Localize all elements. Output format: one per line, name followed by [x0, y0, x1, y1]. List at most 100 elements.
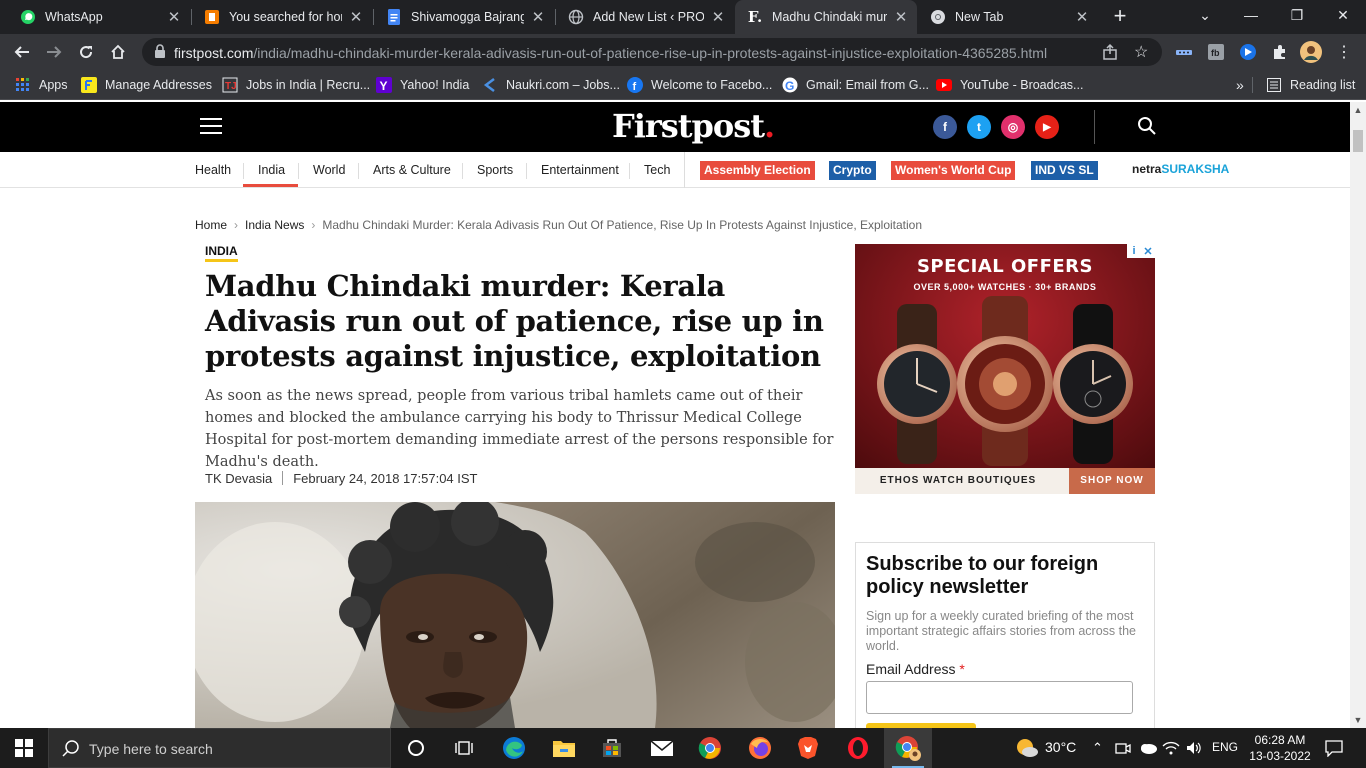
onedrive-cloud-icon[interactable]: [1138, 740, 1158, 761]
scroll-up-icon[interactable]: ▲: [1350, 102, 1366, 118]
page-scrollbar[interactable]: ▲ ▼: [1350, 102, 1366, 728]
firefox-icon[interactable]: [736, 728, 784, 768]
twitter-icon[interactable]: t: [967, 115, 991, 139]
firstpost-logo[interactable]: Firstpost.: [612, 107, 775, 145]
pill-crypto[interactable]: Crypto: [829, 161, 876, 180]
search-icon[interactable]: [1137, 116, 1157, 141]
tab-docs[interactable]: Shivamogga Bajrang D ✕: [374, 0, 554, 34]
close-tab-icon[interactable]: ✕: [166, 8, 182, 26]
task-view-icon[interactable]: [440, 728, 488, 768]
email-field[interactable]: [866, 681, 1133, 714]
pill-womens-world-cup[interactable]: Women's World Cup: [891, 161, 1016, 180]
bookmark-gmail[interactable]: G Gmail: Email from G...: [782, 76, 929, 94]
close-tab-icon[interactable]: ✕: [348, 8, 364, 26]
close-window-button[interactable]: ✕: [1320, 0, 1366, 30]
close-tab-icon[interactable]: ✕: [710, 8, 726, 26]
extension-dots-icon[interactable]: [1173, 41, 1195, 63]
tab-new-tab[interactable]: New Tab ✕: [918, 0, 1098, 34]
instagram-icon[interactable]: ◎: [1001, 115, 1025, 139]
tab-add-new-list[interactable]: Add New List ‹ PROJEC ✕: [556, 0, 734, 34]
reading-list-button[interactable]: Reading list: [1266, 76, 1355, 94]
ad-shop-now-button[interactable]: SHOP NOW: [1069, 475, 1155, 486]
pill-ind-vs-sl[interactable]: IND VS SL: [1031, 161, 1098, 180]
wifi-icon[interactable]: [1162, 740, 1180, 761]
breadcrumb-india-news[interactable]: India News: [245, 218, 304, 232]
watch-advertisement[interactable]: SPECIAL OFFERS OVER 5,000+ WATCHES · 30+…: [855, 244, 1155, 494]
tab-search-chevron-icon[interactable]: ⌄: [1182, 0, 1228, 30]
share-icon[interactable]: [1102, 43, 1120, 66]
nav-entertainment[interactable]: Entertainment: [541, 163, 619, 177]
bookmark-yahoo[interactable]: Y Yahoo! India: [376, 76, 469, 94]
nav-tech[interactable]: Tech: [644, 163, 670, 177]
chrome-profile-icon[interactable]: [884, 728, 932, 768]
language-indicator[interactable]: ENG: [1212, 740, 1238, 754]
file-explorer-icon[interactable]: [540, 728, 588, 768]
back-button[interactable]: [8, 38, 36, 66]
brave-icon[interactable]: [784, 728, 832, 768]
active-nav-indicator: [243, 184, 298, 187]
extensions-puzzle-icon[interactable]: [1269, 41, 1291, 63]
reload-button[interactable]: [72, 38, 100, 66]
youtube-icon[interactable]: ▶: [1035, 115, 1059, 139]
apps-grid-icon: [15, 77, 31, 93]
url-text[interactable]: firstpost.com/india/madhu-chindaki-murde…: [174, 45, 1047, 61]
profile-avatar-icon[interactable]: [1300, 41, 1322, 63]
bookmarks-overflow-button[interactable]: »: [1236, 76, 1244, 94]
volume-icon[interactable]: [1185, 740, 1203, 761]
bookmark-apps[interactable]: Apps: [15, 76, 68, 94]
breadcrumb-home[interactable]: Home: [195, 218, 227, 232]
weather-icon[interactable]: [1015, 737, 1039, 764]
bookmark-jobs-india[interactable]: TJ Jobs in India | Recru...: [222, 76, 370, 94]
bookmark-facebook[interactable]: f Welcome to Facebo...: [627, 76, 772, 94]
tab-whatsapp[interactable]: WhatsApp ✕: [8, 0, 190, 34]
edge-icon[interactable]: [490, 728, 538, 768]
pill-assembly-election[interactable]: Assembly Election: [700, 161, 815, 180]
cortana-icon[interactable]: [392, 728, 440, 768]
browser-menu-icon[interactable]: ⋮: [1333, 41, 1355, 63]
hamburger-menu-icon[interactable]: [200, 118, 222, 136]
meet-now-icon[interactable]: [1115, 740, 1131, 761]
clock[interactable]: 06:28 AM 13-03-2022: [1248, 732, 1312, 764]
tab-search-results[interactable]: You searched for hom ✕: [192, 0, 372, 34]
nav-india[interactable]: India: [258, 163, 285, 177]
new-tab-button[interactable]: +: [1107, 4, 1133, 30]
newsletter-signup: Subscribe to our foreign policy newslett…: [855, 542, 1155, 732]
tab-firstpost-active[interactable]: F. Madhu Chindaki murde ✕: [735, 0, 917, 34]
minimize-button[interactable]: —: [1228, 0, 1274, 30]
bookmark-manage-addresses[interactable]: Manage Addresses: [81, 76, 212, 94]
nav-world[interactable]: World: [313, 163, 345, 177]
close-tab-icon[interactable]: ✕: [530, 8, 546, 26]
bookmark-star-icon[interactable]: ☆: [1134, 42, 1148, 62]
weather-temp[interactable]: 30°C: [1045, 739, 1076, 755]
show-hidden-icons-chevron-icon[interactable]: ⌃: [1092, 740, 1103, 756]
restore-button[interactable]: ❐: [1274, 0, 1320, 30]
section-tag[interactable]: INDIA: [205, 245, 238, 262]
nav-arts-culture[interactable]: Arts & Culture: [373, 163, 451, 177]
chrome-icon[interactable]: [686, 728, 734, 768]
microsoft-store-icon[interactable]: [588, 728, 636, 768]
bookmark-naukri[interactable]: Naukri.com – Jobs...: [482, 76, 620, 94]
home-button[interactable]: [104, 38, 132, 66]
netra-suraksha-logo[interactable]: netraSURAKSHA: [1132, 162, 1229, 176]
notifications-icon[interactable]: [1324, 739, 1344, 762]
close-tab-icon[interactable]: ✕: [1074, 8, 1090, 26]
facebook-icon[interactable]: f: [933, 115, 957, 139]
email-label: Email Address *: [866, 661, 965, 677]
opera-icon[interactable]: [834, 728, 882, 768]
author-link[interactable]: TK Devasia: [205, 471, 272, 486]
forward-button[interactable]: [40, 38, 68, 66]
address-bar[interactable]: firstpost.com/india/madhu-chindaki-murde…: [142, 38, 1162, 66]
pushbullet-extension-icon[interactable]: [1237, 41, 1259, 63]
close-tab-icon[interactable]: ✕: [893, 8, 909, 26]
start-button[interactable]: [0, 728, 48, 768]
ad-choices[interactable]: i ✕: [1127, 244, 1155, 258]
nav-sports[interactable]: Sports: [477, 163, 513, 177]
scrollbar-thumb[interactable]: [1353, 130, 1363, 152]
bookmark-youtube[interactable]: YouTube - Broadcas...: [936, 76, 1083, 94]
scroll-down-icon[interactable]: ▼: [1350, 712, 1366, 728]
mail-icon[interactable]: [638, 728, 686, 768]
taskbar-search-box[interactable]: Type here to search: [48, 728, 391, 768]
lock-icon[interactable]: [154, 44, 166, 63]
nav-health[interactable]: Health: [195, 163, 231, 177]
fb-extension-icon[interactable]: fb: [1205, 41, 1227, 63]
